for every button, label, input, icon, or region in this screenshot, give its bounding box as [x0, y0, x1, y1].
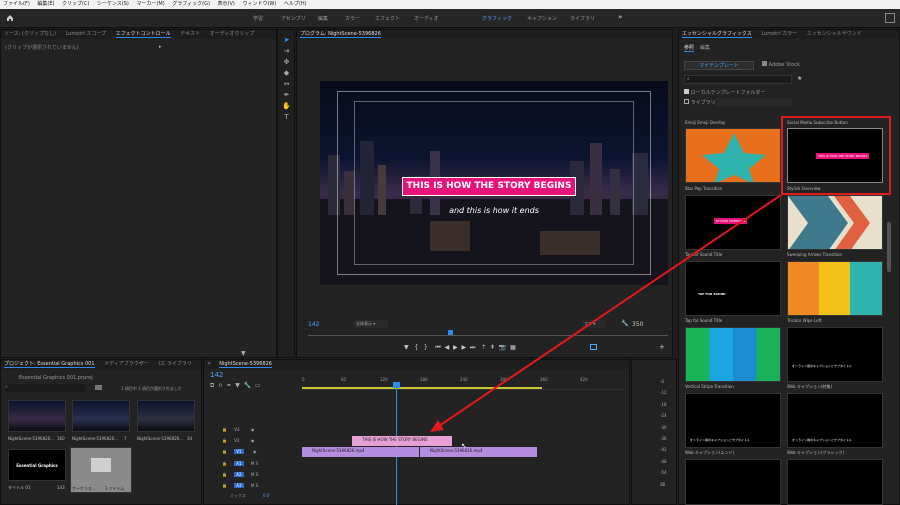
- annotation-arrow: [430, 194, 782, 432]
